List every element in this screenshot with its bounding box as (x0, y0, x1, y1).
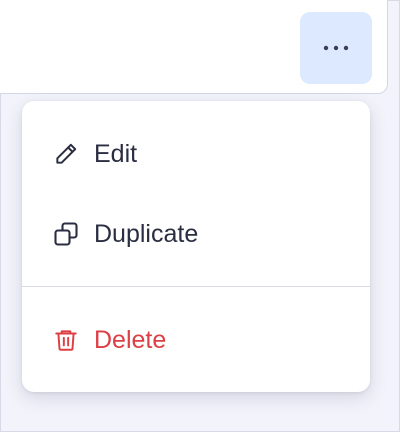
menu-item-label: Delete (94, 326, 167, 354)
header-card (0, 0, 388, 94)
copy-icon (52, 220, 80, 248)
menu-item-delete[interactable]: Delete (22, 308, 370, 372)
menu-item-label: Duplicate (94, 220, 199, 248)
menu-item-duplicate[interactable]: Duplicate (22, 202, 370, 266)
menu-item-label: Edit (94, 140, 138, 168)
more-horizontal-icon (322, 44, 350, 52)
dropdown-menu: Edit Duplicate Delete (22, 101, 370, 392)
more-options-button[interactable] (300, 12, 372, 84)
menu-divider (22, 286, 370, 287)
pencil-icon (52, 140, 80, 168)
trash-icon (52, 326, 80, 354)
menu-item-edit[interactable]: Edit (22, 122, 370, 186)
